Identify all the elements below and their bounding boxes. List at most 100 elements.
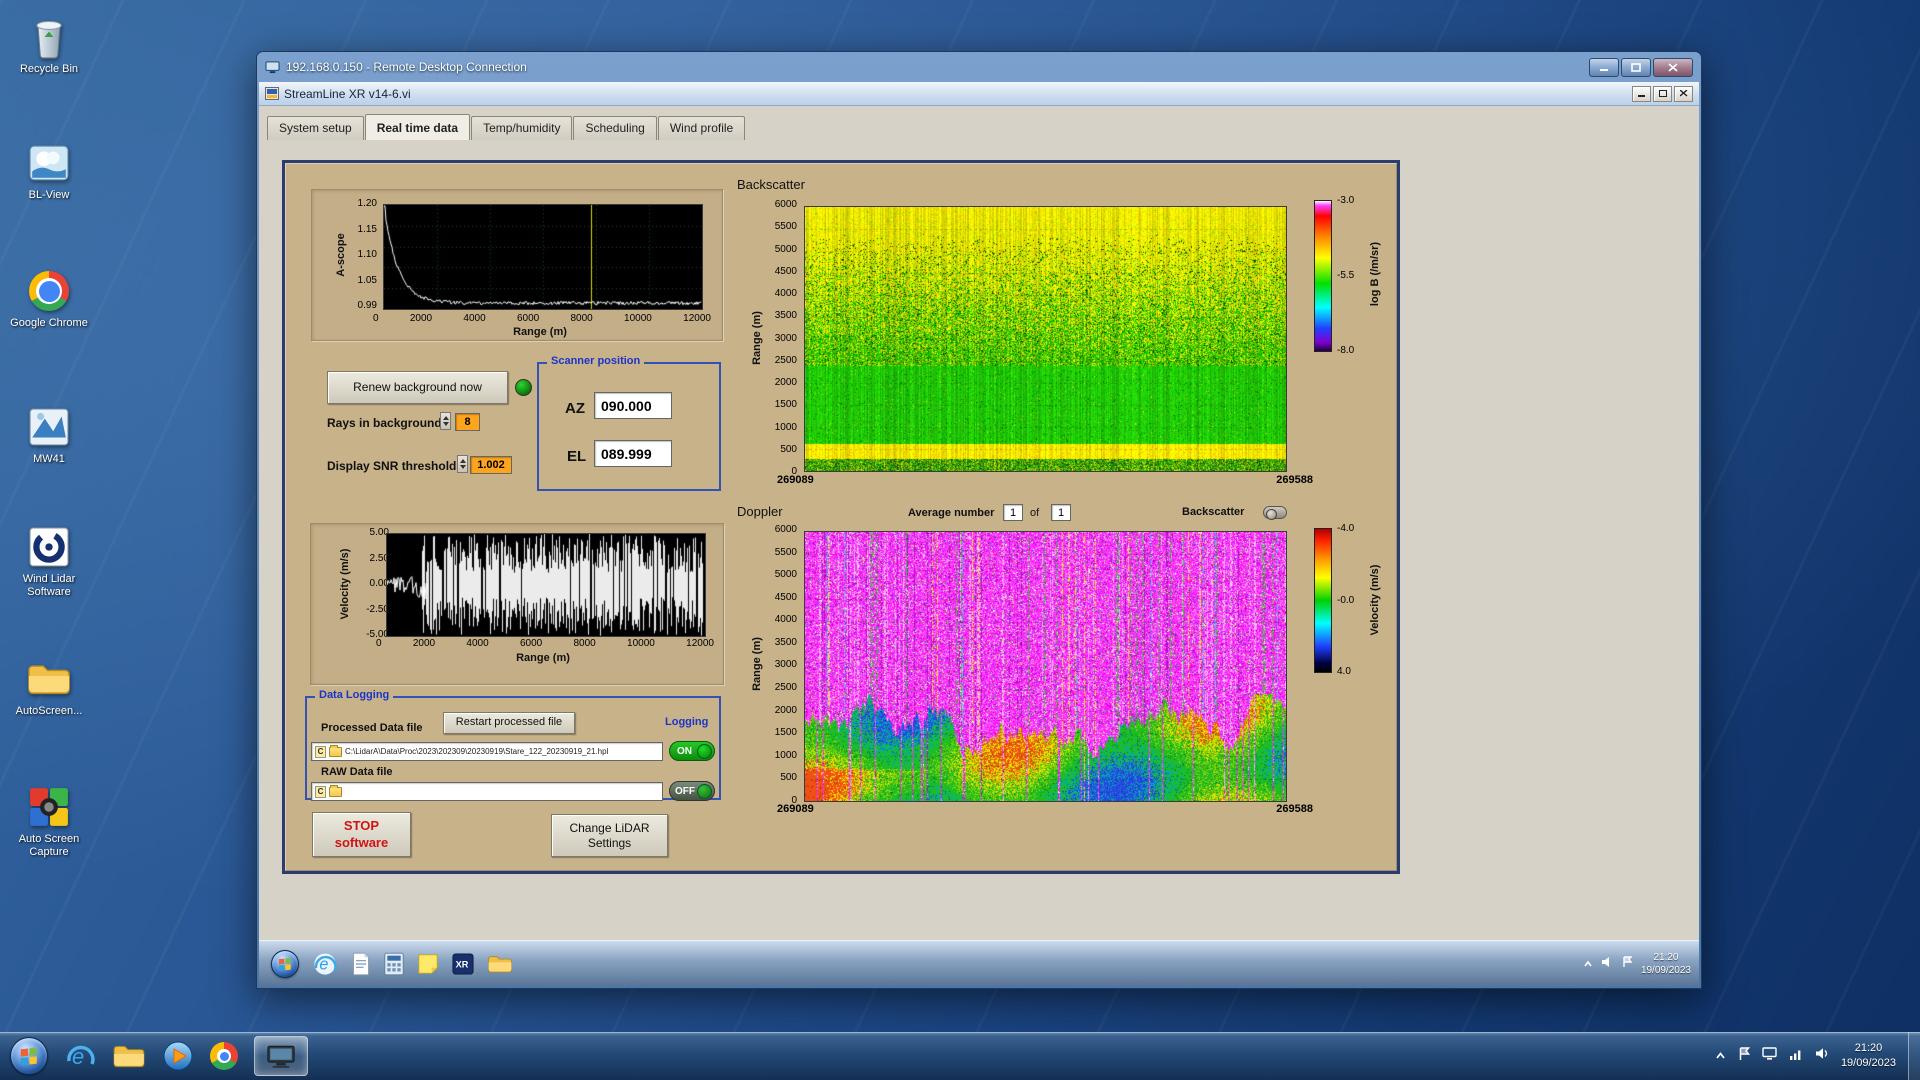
raw-data-file-label: RAW Data file bbox=[321, 766, 393, 778]
tray-chevron-icon[interactable] bbox=[1715, 1047, 1726, 1065]
desktop-icon-wind-lidar-software[interactable]: Wind Lidar Software bbox=[6, 524, 92, 598]
folder-browse-icon[interactable] bbox=[329, 787, 342, 797]
backscatter-colorbar bbox=[1314, 200, 1332, 352]
processed-data-file-field[interactable]: C C:\LidarA\Data\Proc\2023\202309\202309… bbox=[311, 742, 663, 761]
app-icon bbox=[265, 87, 279, 100]
velocity-x-tick: 10000 bbox=[627, 638, 655, 649]
remote-sticky-notes-icon[interactable] bbox=[417, 953, 439, 975]
host-clock[interactable]: 21:20 19/09/2023 bbox=[1841, 1041, 1896, 1071]
change-lidar-settings-button[interactable]: Change LiDAR Settings bbox=[551, 814, 668, 857]
tray-flag-icon[interactable] bbox=[1738, 1047, 1750, 1066]
doppler-y-tick: 500 bbox=[780, 773, 797, 783]
backscatter-y-tick: 6000 bbox=[775, 200, 797, 210]
remote-start-button[interactable] bbox=[271, 950, 299, 978]
remote-clock[interactable]: 21:20 19/09/2023 bbox=[1641, 951, 1691, 977]
host-start-button[interactable] bbox=[10, 1037, 48, 1075]
velocity-x-tick: 6000 bbox=[520, 638, 542, 649]
doppler-y-tick: 1000 bbox=[775, 751, 797, 761]
auto-screen-capture-icon bbox=[26, 784, 72, 830]
renew-background-button[interactable]: Renew background now bbox=[327, 371, 508, 404]
el-value-field[interactable]: 089.999 bbox=[594, 440, 672, 467]
doppler-y-tick: 1500 bbox=[775, 728, 797, 738]
doppler-colorbar bbox=[1314, 528, 1332, 673]
ascope-y-tick: 1.10 bbox=[358, 250, 377, 260]
desktop: Recycle Bin BL-View Google Chrome MW41 W… bbox=[0, 0, 1920, 1080]
desktop-icon-mw41[interactable]: MW41 bbox=[6, 404, 92, 466]
rays-spinner[interactable] bbox=[440, 412, 451, 430]
toggle-knob bbox=[697, 784, 712, 799]
taskbar-chrome-icon[interactable] bbox=[210, 1042, 238, 1070]
ascope-plot bbox=[383, 204, 703, 310]
taskbar-explorer-icon[interactable] bbox=[112, 1043, 146, 1069]
host-taskbar: e 21:20 19/09/2023 bbox=[0, 1032, 1920, 1080]
tray-monitor-icon[interactable] bbox=[1762, 1047, 1777, 1065]
remote-xr-app-icon[interactable]: XR bbox=[452, 953, 474, 975]
remote-flag-icon[interactable] bbox=[1622, 955, 1633, 973]
processed-data-file-label: Processed Data file bbox=[321, 722, 423, 734]
tray-volume-icon[interactable] bbox=[1815, 1047, 1829, 1065]
ascope-x-tick: 0 bbox=[373, 313, 379, 324]
tab-scheduling[interactable]: Scheduling bbox=[573, 116, 656, 140]
app-minimize-button[interactable] bbox=[1632, 86, 1651, 102]
remote-folder-icon[interactable] bbox=[487, 954, 513, 974]
doppler-y-tick: 4000 bbox=[775, 615, 797, 625]
desktop-icon-label: Auto Screen Capture bbox=[6, 833, 92, 858]
app-maximize-button[interactable] bbox=[1653, 86, 1672, 102]
remote-ie-icon[interactable]: e bbox=[312, 951, 338, 977]
backscatter-y-tick: 1000 bbox=[775, 423, 797, 433]
stop-button-line1: STOP bbox=[344, 818, 379, 834]
change-button-line2: Settings bbox=[588, 836, 631, 851]
tab-temp-humidity[interactable]: Temp/humidity bbox=[471, 116, 572, 140]
raw-data-file-field[interactable]: C bbox=[311, 782, 663, 801]
rdp-minimize-button[interactable] bbox=[1589, 58, 1619, 77]
folder-browse-icon[interactable] bbox=[329, 747, 342, 757]
tray-network-icon[interactable] bbox=[1789, 1047, 1803, 1065]
backscatter-toggle[interactable] bbox=[1263, 506, 1287, 519]
average-of-label: of bbox=[1030, 507, 1039, 519]
svg-text:XR: XR bbox=[456, 959, 469, 969]
data-logging-box: Data Logging Processed Data file Restart… bbox=[305, 696, 721, 800]
desktop-icon-google-chrome[interactable]: Google Chrome bbox=[6, 268, 92, 330]
restart-processed-file-button[interactable]: Restart processed file bbox=[443, 712, 575, 734]
velocity-x-ticks: 020004000600080001000012000 bbox=[376, 638, 714, 649]
stop-software-button[interactable]: STOP software bbox=[312, 812, 411, 857]
show-desktop-button[interactable] bbox=[1908, 1032, 1920, 1080]
remote-tray-chevron-icon[interactable] bbox=[1583, 955, 1593, 973]
remote-notepad-icon[interactable] bbox=[351, 952, 371, 976]
processed-logging-toggle[interactable]: ON bbox=[669, 741, 715, 761]
remote-volume-icon[interactable] bbox=[1601, 955, 1614, 973]
taskbar-rdp-button[interactable] bbox=[254, 1036, 308, 1076]
az-value-field[interactable]: 090.000 bbox=[594, 392, 672, 419]
snr-value-field[interactable]: 1.002 bbox=[470, 456, 512, 474]
ascope-x-axis-label: Range (m) bbox=[465, 326, 615, 338]
average-number-field[interactable]: 1 bbox=[1003, 504, 1023, 521]
remote-calculator-icon[interactable] bbox=[384, 952, 404, 976]
desktop-icon-bl-view[interactable]: BL-View bbox=[6, 140, 92, 202]
tab-wind-profile[interactable]: Wind profile bbox=[658, 116, 745, 140]
rays-value-field[interactable]: 8 bbox=[455, 413, 480, 431]
tab-real-time-data[interactable]: Real time data bbox=[365, 114, 470, 140]
rdp-maximize-button[interactable] bbox=[1621, 58, 1651, 77]
rdp-close-button[interactable] bbox=[1653, 58, 1693, 77]
app-close-button[interactable] bbox=[1674, 86, 1693, 102]
ascope-x-tick: 6000 bbox=[517, 313, 539, 324]
backscatter-colorbar-ticks: -3.0-5.5-8.0 bbox=[1337, 196, 1369, 356]
doppler-heatmap bbox=[804, 531, 1287, 802]
app-titlebar[interactable]: StreamLine XR v14-6.vi bbox=[259, 82, 1699, 106]
rays-in-background-label: Rays in background bbox=[327, 416, 442, 430]
raw-logging-toggle[interactable]: OFF bbox=[669, 781, 715, 801]
desktop-icon-recycle-bin[interactable]: Recycle Bin bbox=[6, 14, 92, 76]
desktop-icon-auto-screen-capture[interactable]: Auto Screen Capture bbox=[6, 784, 92, 858]
taskbar-wmp-icon[interactable] bbox=[162, 1040, 194, 1072]
taskbar-ie-icon[interactable]: e bbox=[64, 1040, 96, 1072]
az-label: AZ bbox=[565, 400, 585, 417]
velocity-x-axis-label: Range (m) bbox=[468, 652, 618, 664]
toggle-knob bbox=[697, 744, 712, 759]
desktop-icon-autoscreen[interactable]: AutoScreen... bbox=[6, 656, 92, 718]
doppler-y-ticks: 6000550050004500400035003000250020001500… bbox=[747, 525, 797, 806]
snr-spinner[interactable] bbox=[457, 455, 468, 473]
rdp-titlebar[interactable]: 192.168.0.150 - Remote Desktop Connectio… bbox=[257, 52, 1701, 82]
windows-flag-icon bbox=[18, 1045, 40, 1067]
average-of-field[interactable]: 1 bbox=[1051, 504, 1071, 521]
tab-system-setup[interactable]: System setup bbox=[267, 116, 364, 140]
